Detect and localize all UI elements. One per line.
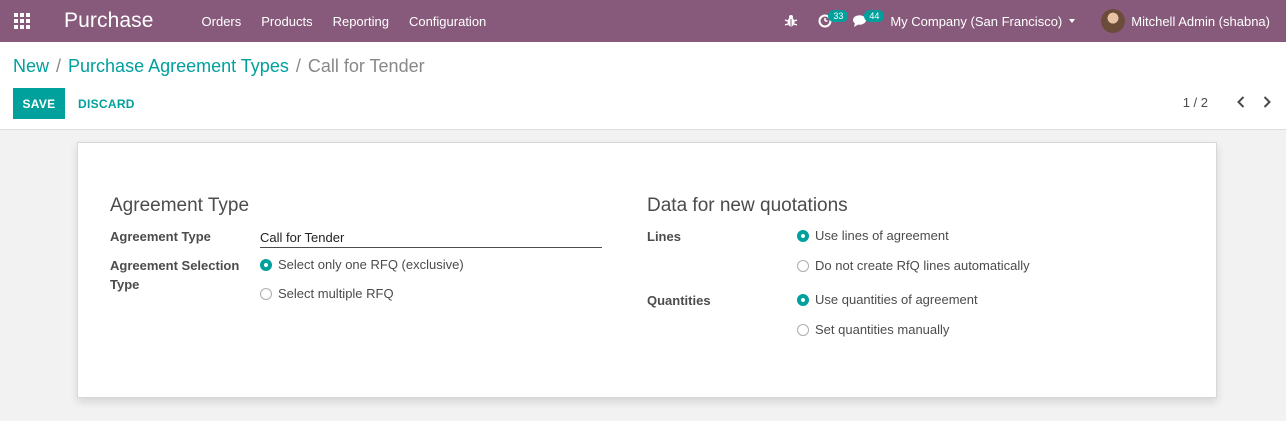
apps-menu-icon[interactable] [0,0,44,42]
breadcrumb: New / Purchase Agreement Types / Call fo… [13,56,425,77]
radio-unchecked[interactable] [260,287,272,300]
quantities-use-agreement-label: Use quantities of agreement [815,292,978,307]
pager-value[interactable]: 1 / 2 [1183,95,1208,110]
company-switcher[interactable]: My Company (San Francisco) [878,14,1089,29]
chevron-right-icon [1263,96,1271,108]
radio-checked[interactable] [797,229,809,242]
radio-unchecked[interactable] [797,259,809,272]
radio-checked[interactable] [797,293,809,306]
systray: 33 44 My Company (San Francisco) Mitchel… [774,0,1286,42]
message-count-badge: 44 [864,10,885,22]
caret-down-icon [1069,19,1076,23]
menu-orders[interactable]: Orders [192,14,252,29]
lines-use-agreement-label: Use lines of agreement [815,228,949,243]
user-name: Mitchell Admin (shabna) [1131,13,1270,29]
quantities-use-agreement-option[interactable]: Use quantities of agreement [797,292,978,307]
debug-bug-icon[interactable] [774,0,808,42]
app-brand[interactable]: Purchase [64,9,154,33]
lines-label: Lines [647,229,681,244]
selection-type-label-line1: Agreement Selection [110,258,240,273]
menu-configuration[interactable]: Configuration [399,14,496,29]
selection-type-label-line2: Type [110,277,140,292]
bug-icon [785,15,798,27]
lines-no-create-option[interactable]: Do not create RfQ lines automatically [797,258,1030,273]
quantities-label: Quantities [647,293,711,308]
quantities-manual-label: Set quantities manually [815,322,950,337]
menu-reporting[interactable]: Reporting [323,14,399,29]
agreement-type-label: Agreement Type [110,229,211,244]
pager-next-button[interactable] [1260,92,1274,112]
pager: 1 / 2 [1183,92,1274,112]
menu-products[interactable]: Products [251,14,322,29]
quotations-group-title: Data for new quotations [647,195,848,216]
agreement-type-input[interactable] [260,227,602,248]
selection-multiple-label: Select multiple RFQ [278,286,394,301]
selection-multiple-option[interactable]: Select multiple RFQ [260,286,394,301]
discard-button[interactable]: DISCARD [68,88,145,119]
quantities-manual-option[interactable]: Set quantities manually [797,322,949,337]
selection-exclusive-label: Select only one RFQ (exclusive) [278,257,464,272]
selection-exclusive-option[interactable]: Select only one RFQ (exclusive) [260,257,464,272]
lines-use-agreement-option[interactable]: Use lines of agreement [797,228,949,243]
user-menu[interactable]: Mitchell Admin (shabna) [1089,9,1286,33]
save-button[interactable]: SAVE [13,88,65,119]
agreement-type-group-title: Agreement Type [110,195,250,216]
activity-menu[interactable]: 33 [808,0,849,42]
breadcrumb-current: Call for Tender [307,56,425,76]
form-sheet: Agreement Type Agreement Type Agreement … [77,142,1217,398]
avatar [1101,9,1126,33]
radio-checked[interactable] [260,258,272,271]
company-name: My Company (San Francisco) [890,13,1063,29]
chevron-left-icon [1237,96,1245,108]
top-navbar: Purchase Orders Products Reporting Confi… [0,0,1286,42]
lines-no-create-label: Do not create RfQ lines automatically [815,258,1030,273]
messaging-menu[interactable]: 44 [842,0,885,42]
breadcrumb-agreement-types[interactable]: Purchase Agreement Types [68,56,289,77]
radio-unchecked[interactable] [797,323,809,336]
breadcrumb-new[interactable]: New [13,56,49,77]
selection-type-label: Agreement Selection Type [110,256,239,294]
main-menu: Orders Products Reporting Configuration [192,14,497,29]
control-panel: New / Purchase Agreement Types / Call fo… [0,42,1286,130]
pager-previous-button[interactable] [1234,92,1248,112]
breadcrumb-separator: / [295,56,301,76]
breadcrumb-separator: / [56,56,62,76]
